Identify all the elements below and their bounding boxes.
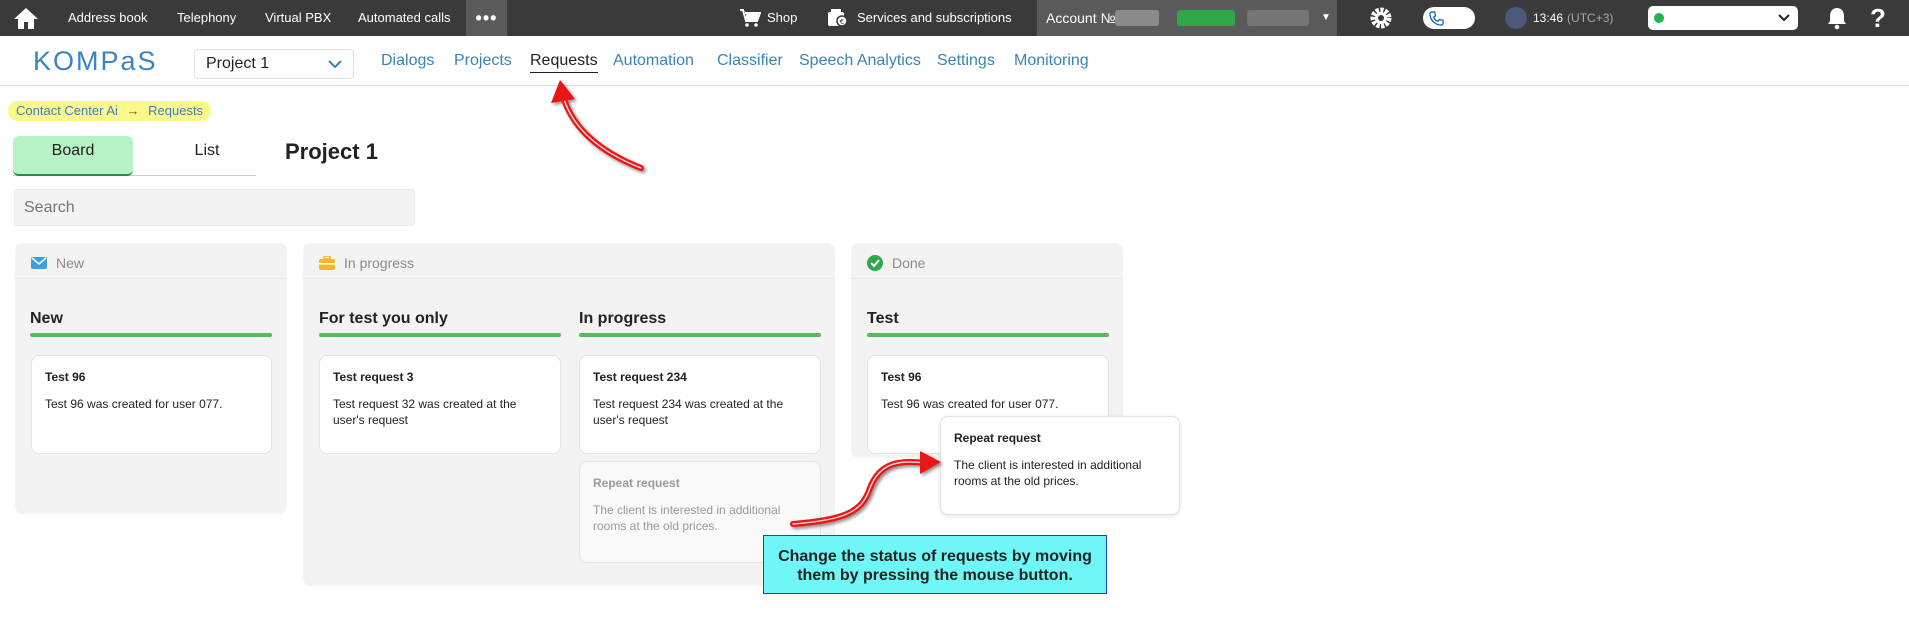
svg-text:€: € <box>840 18 844 26</box>
divider <box>303 278 835 279</box>
column-title: For test you only <box>319 310 448 327</box>
column-title: Test <box>867 310 899 327</box>
account-balance-redacted <box>1177 10 1235 26</box>
card-body: Test 96 was created for user 077. <box>45 397 223 411</box>
group-header: Done <box>867 255 925 274</box>
main-navbar: KOMPaS Project 1 Dialogs Projects Reques… <box>0 36 1909 86</box>
card-body: The client is interested in additional r… <box>593 503 781 533</box>
card-title: Repeat request <box>593 476 680 490</box>
group-name: In progress <box>344 255 415 271</box>
shop-link[interactable]: Shop <box>739 0 797 36</box>
group-header: New <box>31 255 84 272</box>
column-status-bar <box>319 333 561 337</box>
nav-requests[interactable]: Requests <box>530 52 598 73</box>
status-select[interactable]: Online <box>1648 6 1798 30</box>
chevron-down-icon <box>327 52 343 86</box>
nav-speech-analytics[interactable]: Speech Analytics <box>799 52 921 70</box>
status-group-new: New New Test 96 Test 96 was created for … <box>15 243 287 514</box>
group-header: In progress <box>319 255 414 273</box>
help-icon[interactable]: ? <box>1870 0 1886 36</box>
chevron-down-icon <box>1778 6 1790 38</box>
card-body: Test 96 was created for user 077. <box>881 397 1059 411</box>
project-select[interactable]: Project 1 <box>194 49 354 79</box>
group-name: Done <box>892 255 926 272</box>
topbar-virtual-pbx[interactable]: Virtual PBX <box>265 0 331 36</box>
nav-monitoring[interactable]: Monitoring <box>1014 52 1089 70</box>
avatar <box>1505 7 1527 29</box>
top-bar: Address book Telephony Virtual PBX Autom… <box>0 0 1909 36</box>
shop-label: Shop <box>767 10 798 25</box>
services-link[interactable]: € Services and subscriptions <box>827 0 1012 36</box>
nav-classifier[interactable]: Classifier <box>717 52 783 70</box>
nav-settings[interactable]: Settings <box>937 52 995 70</box>
column-title: In progress <box>579 310 667 327</box>
calls-count: 100 <box>1449 10 1471 25</box>
phone-icon <box>1429 11 1444 26</box>
topbar-address-book[interactable]: Address book <box>68 0 148 36</box>
arrow-right-icon: → <box>126 103 140 118</box>
topbar-telephony[interactable]: Telephony <box>177 0 236 36</box>
page-title: Project 1 <box>285 139 378 164</box>
account-number-redacted <box>1115 10 1159 26</box>
tab-board[interactable]: Board <box>13 136 133 176</box>
request-card[interactable]: Test request 234 Test request 234 was cr… <box>579 355 821 454</box>
column-status-bar <box>867 333 1109 337</box>
briefcase-icon <box>319 255 335 273</box>
breadcrumb: Contact Center Ai → Requests <box>8 101 212 121</box>
topbar-automated-calls[interactable]: Automated calls <box>358 0 451 36</box>
clock-time: 13:46 <box>1533 11 1564 25</box>
column-status-bar <box>30 333 272 337</box>
more-menu-button[interactable]: ••• <box>466 0 507 36</box>
account-name-redacted <box>1247 10 1309 26</box>
request-card[interactable]: Test 96 Test 96 was created for user 077… <box>31 355 272 454</box>
column-title: New <box>30 310 63 327</box>
status-value: Online <box>1668 10 1706 25</box>
bell-icon[interactable] <box>1826 0 1848 36</box>
instruction-tooltip: Change the status of requests by moving … <box>763 535 1107 594</box>
view-tabs: Board List <box>13 136 256 176</box>
request-card[interactable]: Test request 3 Test request 32 was creat… <box>319 355 561 454</box>
account-selector[interactable]: Account № ▼ <box>1037 0 1337 36</box>
kompas-logo: KOMPaS <box>33 46 158 76</box>
arrow-to-requests-icon <box>551 80 644 171</box>
nav-projects[interactable]: Projects <box>454 52 512 70</box>
card-title: Repeat request <box>954 431 1041 445</box>
services-label: Services and subscriptions <box>857 10 1012 25</box>
card-title: Test request 3 <box>333 370 414 384</box>
caret-down-icon: ▼ <box>1321 12 1331 23</box>
account-label: Account № <box>1046 10 1116 26</box>
gear-icon[interactable] <box>1368 0 1394 36</box>
cart-icon <box>739 8 761 28</box>
nav-automation[interactable]: Automation <box>613 52 694 70</box>
status-group-in-progress: In progress For test you only Test reque… <box>303 243 835 586</box>
breadcrumb-parent[interactable]: Contact Center Ai <box>16 103 118 118</box>
project-select-value: Project 1 <box>206 55 270 72</box>
breadcrumb-current[interactable]: Requests <box>148 103 203 118</box>
card-body: The client is interested in additional r… <box>954 458 1142 488</box>
clock-timezone: (UTC+3) <box>1567 11 1614 25</box>
card-title: Test request 234 <box>593 370 687 384</box>
card-body: Test request 32 was created at the user'… <box>333 397 517 427</box>
status-dot <box>1654 13 1664 23</box>
card-title: Test 96 <box>881 370 922 384</box>
column-status-bar <box>579 333 821 337</box>
tab-list[interactable]: List <box>147 136 267 176</box>
group-name: New <box>56 255 85 271</box>
envelope-icon <box>31 256 47 272</box>
user-clock[interactable]: 13:46 (UTC+3) <box>1505 0 1613 36</box>
active-calls-badge[interactable]: 100 <box>1423 7 1475 29</box>
search-input[interactable] <box>14 189 415 226</box>
nav-dialogs[interactable]: Dialogs <box>381 52 434 70</box>
wallet-icon: € <box>827 8 849 28</box>
check-circle-icon <box>867 255 883 274</box>
card-title: Test 96 <box>45 370 86 384</box>
divider <box>851 278 1123 279</box>
divider <box>15 278 287 279</box>
dragged-request-card[interactable]: Repeat request The client is interested … <box>940 416 1180 515</box>
card-body: Test request 234 was created at the user… <box>593 397 784 427</box>
home-icon[interactable] <box>8 0 44 36</box>
